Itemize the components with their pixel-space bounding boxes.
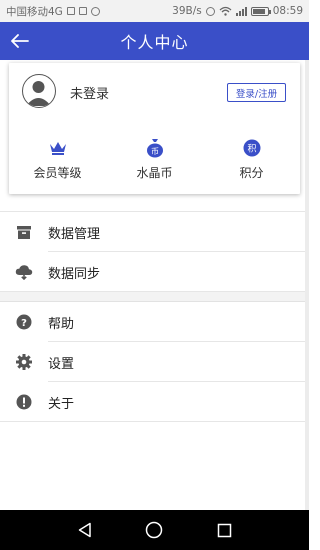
help-icon: ?	[15, 313, 33, 331]
status-bar: 中国移动4G 39B/s 08:59	[0, 0, 309, 22]
login-status: 未登录	[70, 87, 110, 102]
crown-icon	[47, 137, 69, 159]
menu-group-app: ? 帮助 设置 关于	[0, 302, 309, 422]
menu-item-data-management[interactable]: 数据管理	[0, 212, 309, 252]
stat-label: 会员等级	[33, 166, 82, 180]
points-icon: 积	[241, 137, 263, 159]
sim-icon	[66, 7, 75, 15]
alarm-icon	[205, 6, 215, 16]
profile-card: 未登录 登录/注册 会员等级 币 水晶币 积 积分	[9, 63, 300, 194]
user-avatar-icon[interactable]	[22, 74, 56, 108]
menu-item-settings[interactable]: 设置	[0, 342, 309, 382]
menu-item-label: 数据管理	[48, 226, 101, 242]
clock: 08:59	[272, 5, 303, 17]
nav-home-button[interactable]	[142, 518, 166, 542]
stat-crystal-coin[interactable]: 币 水晶币	[106, 137, 203, 181]
status-left: 中国移动4G	[6, 4, 100, 19]
nav-back-button[interactable]	[73, 518, 97, 542]
menu-item-data-sync[interactable]: 数据同步	[0, 252, 309, 292]
image-notification-icon	[78, 7, 87, 15]
status-right: 39B/s 08:59	[172, 5, 303, 17]
menu-item-label: 帮助	[48, 316, 75, 332]
stats-row: 会员等级 币 水晶币 积 积分	[9, 137, 300, 181]
signal-icon	[235, 6, 247, 16]
nav-home-icon	[146, 521, 163, 539]
notification-icon	[90, 6, 100, 16]
menu-item-label: 数据同步	[48, 266, 101, 282]
divider	[0, 421, 309, 422]
menu-item-help[interactable]: ? 帮助	[0, 302, 309, 342]
stat-points[interactable]: 积 积分	[203, 137, 300, 181]
login-register-button[interactable]: 登录/注册	[227, 83, 286, 102]
back-button[interactable]	[8, 29, 32, 53]
arrow-left-icon	[11, 34, 29, 48]
carrier-label: 中国移动4G	[6, 5, 63, 18]
gear-icon	[15, 353, 33, 371]
coin-glyph: 币	[151, 147, 159, 156]
cloud-sync-icon	[15, 263, 33, 281]
system-nav-bar	[0, 510, 309, 550]
coin-bag-icon: 币	[144, 137, 166, 159]
battery-icon	[250, 6, 271, 16]
nav-back-icon	[78, 522, 91, 538]
menu-item-about[interactable]: 关于	[0, 382, 309, 422]
stat-member-level[interactable]: 会员等级	[9, 137, 106, 181]
info-icon	[15, 393, 33, 411]
app-bar: 个人中心	[0, 22, 309, 60]
nav-recents-icon	[217, 523, 231, 537]
nav-recents-button[interactable]	[212, 518, 236, 542]
menu-item-label: 关于	[48, 396, 75, 412]
archive-icon	[15, 223, 33, 241]
network-speed: 39B/s	[172, 5, 202, 17]
wifi-icon	[219, 6, 232, 16]
section-gap	[0, 292, 309, 302]
scrollbar[interactable]	[305, 60, 309, 510]
menu-group-data: 数据管理 数据同步	[0, 212, 309, 292]
svg-text:?: ?	[21, 318, 27, 329]
stat-label: 水晶币	[136, 166, 173, 180]
points-glyph: 积	[247, 143, 256, 155]
menu-item-label: 设置	[48, 356, 75, 372]
page-title: 个人中心	[120, 33, 189, 52]
stat-label: 积分	[239, 166, 264, 180]
